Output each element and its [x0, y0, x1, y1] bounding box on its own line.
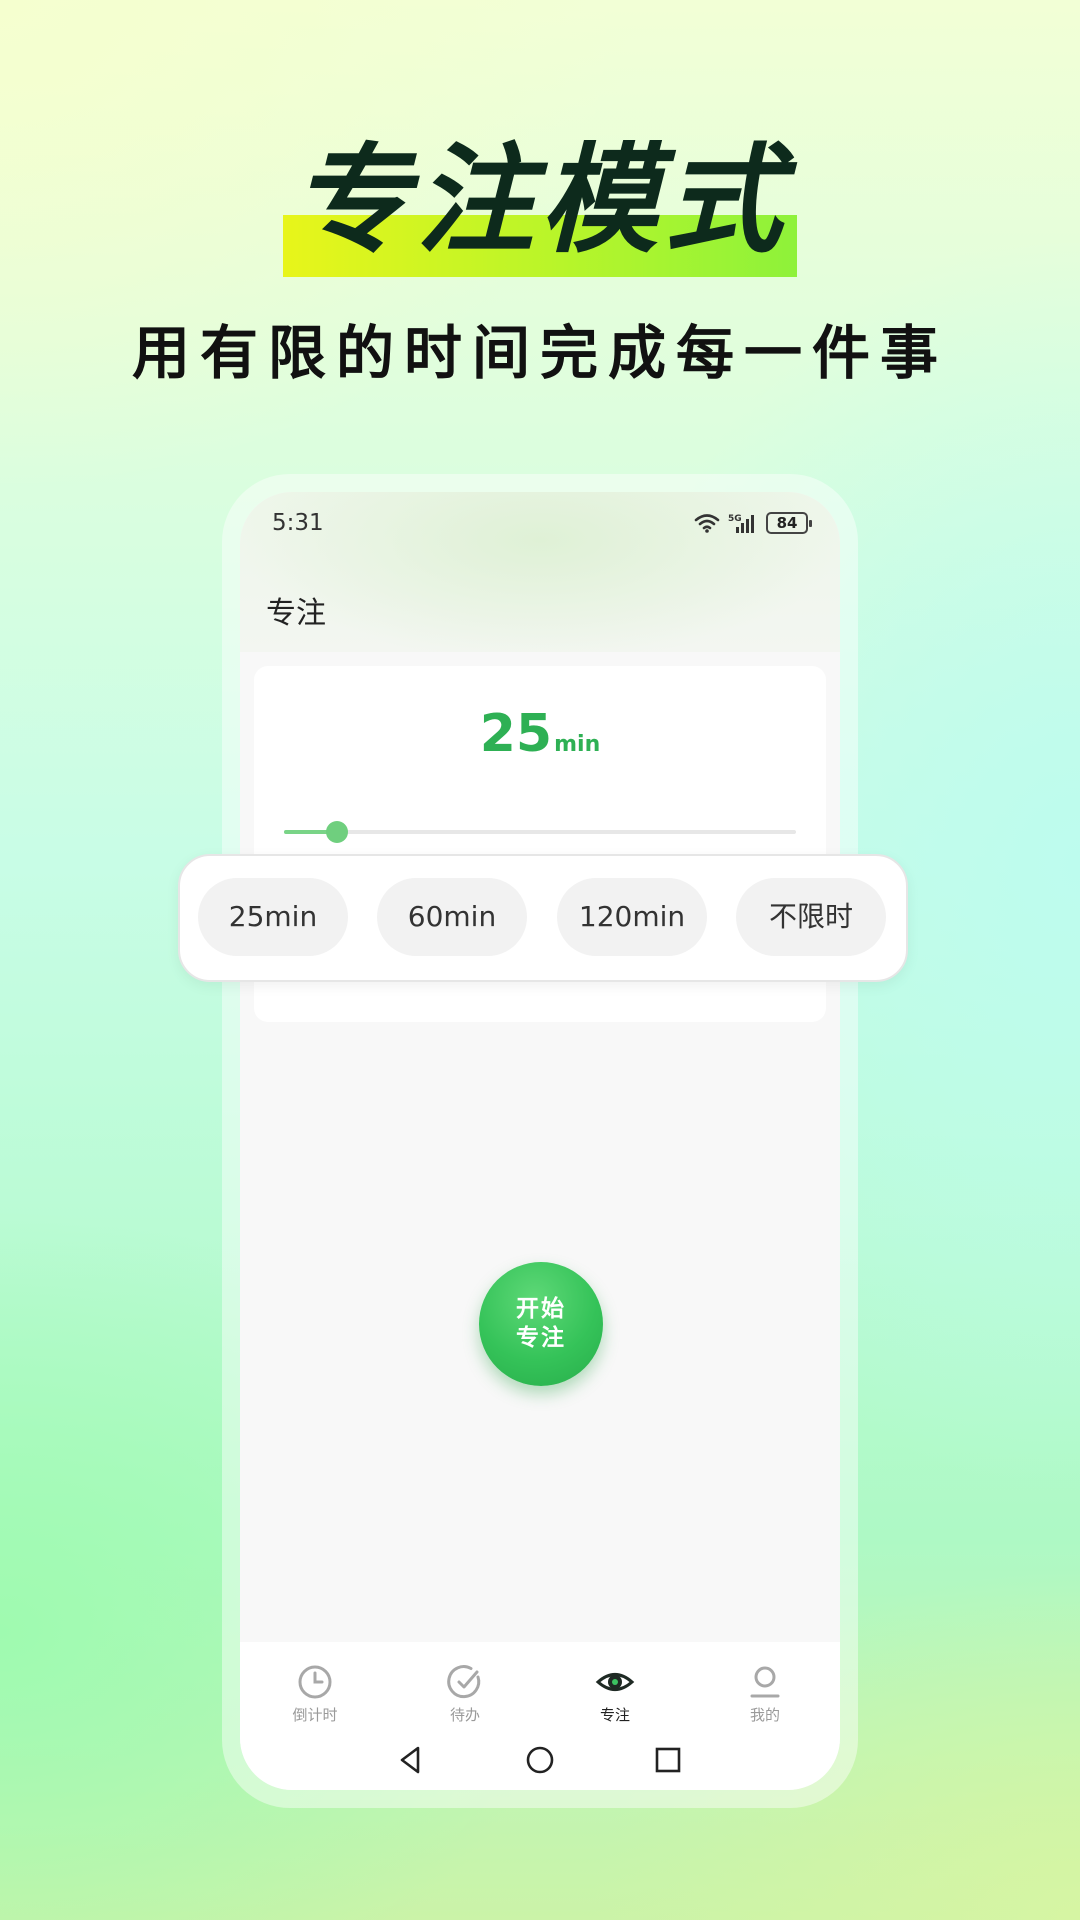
nav-item-todo[interactable]: 待办	[390, 1662, 540, 1732]
preset-unlimited[interactable]: 不限时	[736, 878, 886, 956]
status-time: 5:31	[272, 510, 324, 536]
user-icon	[750, 1666, 780, 1698]
system-nav-bar	[240, 1740, 840, 1780]
hero-title-block: 专注模式	[0, 135, 1080, 285]
nav-label-focus: 专注	[599, 1706, 630, 1724]
hero-title: 专注模式	[291, 131, 788, 269]
duration-value: 25	[479, 704, 553, 764]
wifi-icon	[694, 513, 720, 533]
bottom-nav: 倒计时 待办 专注 我的	[240, 1642, 840, 1790]
phone-screen: 5:31 5G 84 专注 25min 开始 专注 倒计时 待办 专注 我的	[240, 492, 840, 1790]
preset-60min[interactable]: 60min	[377, 878, 527, 956]
eye-icon	[595, 1673, 635, 1691]
nav-label-mine: 我的	[749, 1706, 780, 1724]
page-title: 专注	[266, 596, 326, 631]
nav-item-mine[interactable]: 我的	[690, 1662, 840, 1732]
preset-120min[interactable]: 120min	[557, 878, 707, 956]
back-icon[interactable]	[390, 1740, 430, 1780]
start-label-line1: 开始	[516, 1296, 566, 1322]
hero-subtitle: 用有限的时间完成每一件事	[131, 319, 948, 387]
home-icon[interactable]	[520, 1740, 560, 1780]
clock-icon	[298, 1665, 332, 1699]
duration-display: 25min	[254, 704, 826, 764]
nav-label-countdown: 倒计时	[292, 1706, 338, 1724]
nav-label-todo: 待办	[449, 1706, 480, 1724]
check-circle-icon	[447, 1665, 481, 1699]
battery-icon: 84	[766, 512, 812, 534]
recents-icon[interactable]	[648, 1740, 688, 1780]
preset-panel: 25min 60min 120min 不限时	[178, 854, 908, 982]
start-label-line2: 专注	[516, 1325, 566, 1351]
duration-slider[interactable]	[284, 821, 796, 843]
nav-item-focus[interactable]: 专注	[540, 1662, 690, 1732]
nav-item-countdown[interactable]: 倒计时	[240, 1662, 390, 1732]
signal-5g-icon: 5G	[728, 512, 758, 534]
network-label: 5G	[728, 514, 742, 524]
duration-unit: min	[554, 732, 601, 757]
status-icons: 5G 84	[694, 510, 812, 536]
start-focus-button[interactable]: 开始 专注	[479, 1262, 603, 1386]
preset-25min[interactable]: 25min	[198, 878, 348, 956]
slider-thumb[interactable]	[326, 821, 349, 843]
